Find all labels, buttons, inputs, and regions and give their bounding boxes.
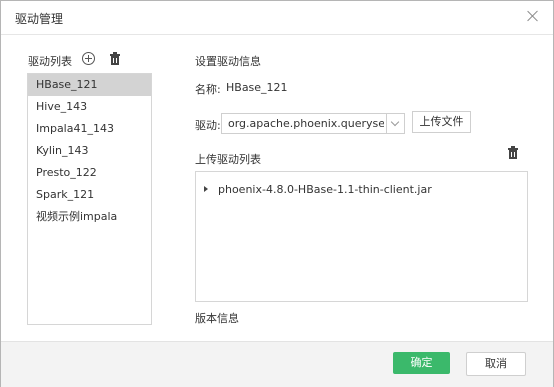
driver-item-impala41-143[interactable]: Impala41_143 xyxy=(28,118,151,140)
cancel-button[interactable]: 取消 xyxy=(466,352,526,376)
driver-item-kylin-143[interactable]: Kylin_143 xyxy=(28,140,151,162)
delete-driver-icon[interactable] xyxy=(110,52,120,65)
driver-management-dialog: 驱动管理 驱动列表 HBase_121 Hive_143 Impala41_14… xyxy=(0,0,554,387)
driver-class-select[interactable]: org.apache.phoenix.queryserver.client.Dr… xyxy=(221,113,405,134)
driver-item-presto-122[interactable]: Presto_122 xyxy=(28,162,151,184)
version-info-label: 版本信息 xyxy=(195,312,239,325)
name-value: HBase_121 xyxy=(226,81,288,94)
driver-list-label: 驱动列表 xyxy=(28,55,72,68)
expand-triangle-icon[interactable] xyxy=(204,186,208,192)
close-icon[interactable] xyxy=(525,8,541,24)
driver-item-hive-143[interactable]: Hive_143 xyxy=(28,96,151,118)
dialog-footer: 确定 取消 xyxy=(1,341,553,387)
driver-item-spark-121[interactable]: Spark_121 xyxy=(28,184,151,206)
dialog-title: 驱动管理 xyxy=(15,12,64,26)
file-name: phoenix-4.8.0-HBase-1.1-thin-client.jar xyxy=(218,183,432,196)
ok-button[interactable]: 确定 xyxy=(393,352,450,374)
driver-item-hbase-121[interactable]: HBase_121 xyxy=(28,74,151,96)
dialog-titlebar: 驱动管理 xyxy=(1,1,553,35)
driver-item-video-impala[interactable]: 视频示例impala xyxy=(28,206,151,228)
driver-label: 驱动: xyxy=(195,119,221,132)
delete-file-icon[interactable] xyxy=(508,146,518,159)
chevron-down-icon[interactable] xyxy=(386,114,404,133)
settings-heading: 设置驱动信息 xyxy=(195,55,261,68)
driver-class-value: org.apache.phoenix.queryserver.client.Dr… xyxy=(228,117,384,130)
upload-file-button[interactable]: 上传文件 xyxy=(412,111,471,133)
driver-list: HBase_121 Hive_143 Impala41_143 Kylin_14… xyxy=(27,73,152,325)
upload-list-label: 上传驱动列表 xyxy=(195,153,261,166)
add-driver-icon[interactable] xyxy=(82,52,95,65)
upload-file-list: phoenix-4.8.0-HBase-1.1-thin-client.jar xyxy=(195,171,528,302)
name-label: 名称: xyxy=(195,83,221,96)
